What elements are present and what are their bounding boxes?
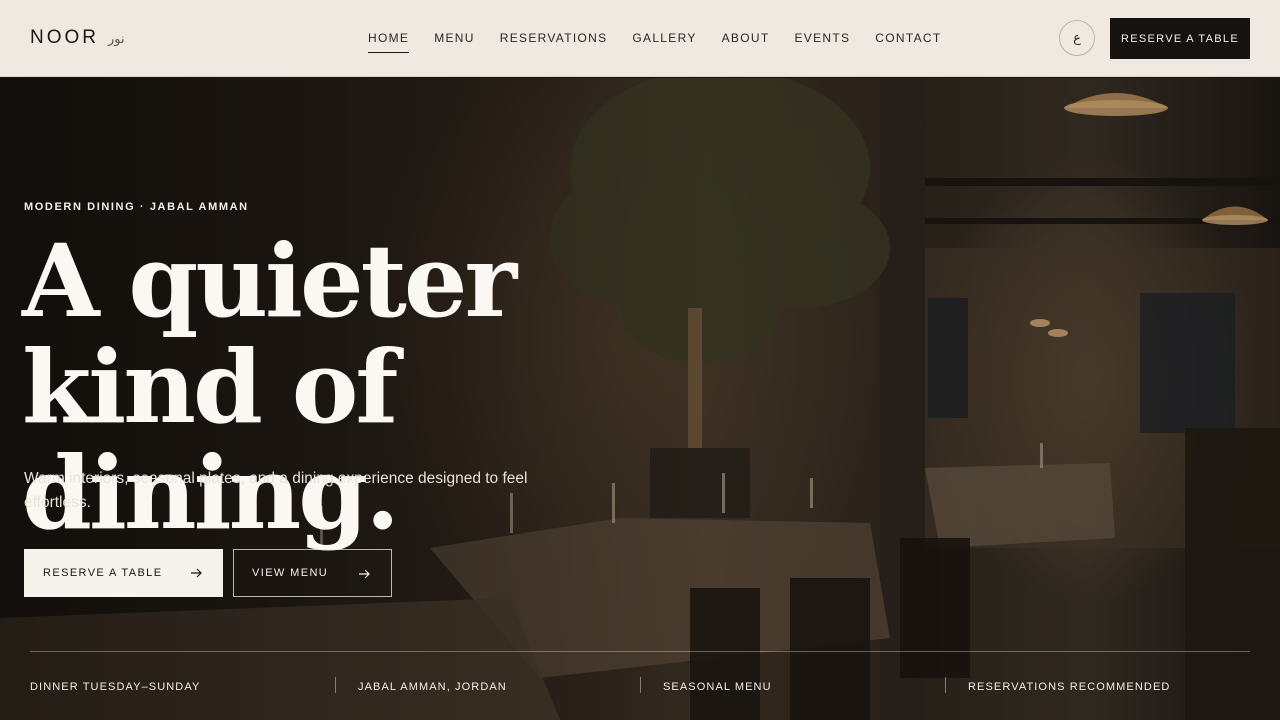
header-reserve-button[interactable]: RESERVE A TABLE <box>1110 18 1250 59</box>
hero-view-menu-button[interactable]: VIEW MENU <box>233 549 392 597</box>
arrow-right-icon <box>359 569 370 579</box>
main-nav: HOME MENU RESERVATIONS GALLERY ABOUT EVE… <box>368 31 967 53</box>
info-divider <box>945 677 946 693</box>
brand-name: NOOR <box>30 27 99 48</box>
info-bar: DINNER TUESDAY–SUNDAY JABAL AMMAN, JORDA… <box>30 651 1250 720</box>
hero-view-menu-label: VIEW MENU <box>252 567 329 579</box>
info-divider <box>335 677 336 693</box>
hero-reserve-label: RESERVE A TABLE <box>43 567 163 579</box>
hero-eyebrow: MODERN DINING · JABAL AMMAN <box>24 201 249 213</box>
info-reservations: RESERVATIONS RECOMMENDED <box>968 681 1171 693</box>
arrow-right-icon <box>191 568 202 578</box>
hero-section: MODERN DINING · JABAL AMMAN A quieter ki… <box>0 78 1280 720</box>
nav-item-events[interactable]: EVENTS <box>794 31 850 53</box>
nav-item-reservations[interactable]: RESERVATIONS <box>500 31 608 53</box>
info-location: JABAL AMMAN, JORDAN <box>358 681 507 693</box>
info-hours: DINNER TUESDAY–SUNDAY <box>30 681 201 693</box>
hero-headline-line1: A quieter kind of <box>22 222 517 446</box>
nav-item-contact[interactable]: CONTACT <box>875 31 941 53</box>
language-toggle-button[interactable]: ع <box>1059 20 1095 56</box>
nav-item-gallery[interactable]: GALLERY <box>632 31 696 53</box>
site-header: NOOR نور HOME MENU RESERVATIONS GALLERY … <box>0 0 1280 77</box>
hero-reserve-button[interactable]: RESERVE A TABLE <box>24 549 223 597</box>
hero-subtext: Warm interiors, seasonal plates, and a d… <box>24 470 528 511</box>
nav-item-menu[interactable]: MENU <box>434 31 475 53</box>
info-menu: SEASONAL MENU <box>663 681 772 693</box>
brand-logo[interactable]: NOOR نور <box>30 27 125 49</box>
nav-item-about[interactable]: ABOUT <box>722 31 770 53</box>
info-divider <box>640 677 641 693</box>
nav-item-home[interactable]: HOME <box>368 31 410 53</box>
brand-name-arabic: نور <box>108 32 125 47</box>
